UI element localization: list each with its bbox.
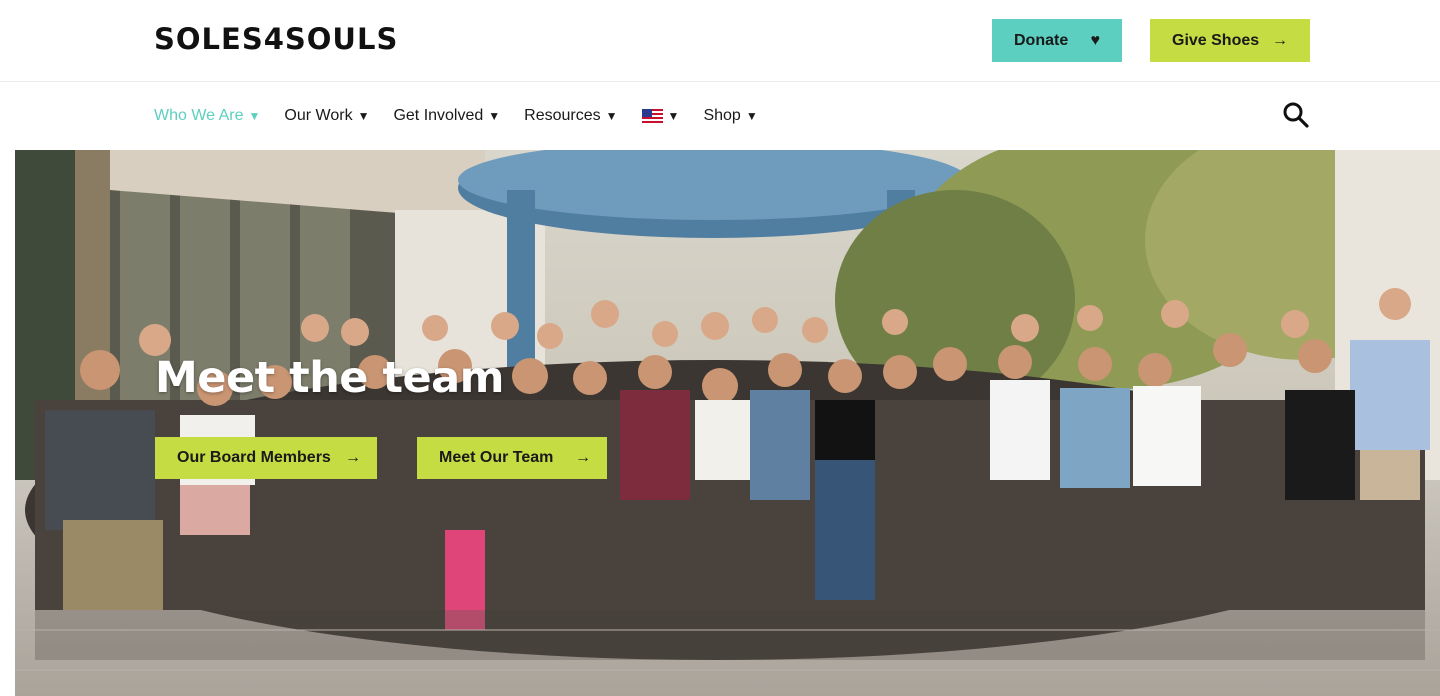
donate-button[interactable]: Donate ♥ <box>992 19 1122 62</box>
team-photo <box>15 150 1440 696</box>
chevron-down-icon: ▼ <box>745 109 758 123</box>
give-shoes-button[interactable]: Give Shoes → <box>1150 19 1310 62</box>
our-board-members-button[interactable]: Our Board Members → <box>155 437 377 479</box>
nav-get-involved[interactable]: Get Involved ▼ <box>393 107 500 125</box>
heart-icon: ♥ <box>1090 31 1101 49</box>
main-nav: Who We Are ▼ Our Work ▼ Get Involved ▼ R… <box>154 104 782 128</box>
nav-label: Shop <box>703 107 741 124</box>
nav-label: Our Work <box>284 107 353 124</box>
nav-label: Who We Are <box>154 107 244 124</box>
nav-our-work[interactable]: Our Work ▼ <box>284 107 369 125</box>
chevron-down-icon: ▼ <box>605 109 618 123</box>
us-flag-icon <box>641 109 663 123</box>
donate-label: Donate <box>1014 31 1069 49</box>
hero-section: Meet the team Our Board Members → Meet O… <box>15 150 1440 696</box>
chevron-down-icon: ▼ <box>357 109 370 123</box>
nav-who-we-are[interactable]: Who We Are ▼ <box>154 107 260 125</box>
chevron-down-icon: ▼ <box>248 109 261 123</box>
nav-label: Resources <box>524 107 601 124</box>
give-shoes-label: Give Shoes <box>1172 31 1260 49</box>
hero-title: Meet the team <box>155 353 505 403</box>
meet-our-team-button[interactable]: Meet Our Team → <box>417 437 607 479</box>
arrow-right-icon: → <box>345 449 361 466</box>
chevron-down-icon: ▼ <box>488 109 501 123</box>
nav-label: Get Involved <box>393 107 484 124</box>
search-icon[interactable] <box>1282 101 1310 129</box>
chevron-down-icon: ▼ <box>667 109 680 123</box>
arrow-right-icon: → <box>575 449 591 466</box>
top-bar: SOLES4SOULS Donate ♥ Give Shoes → <box>0 0 1440 82</box>
button-label: Meet Our Team <box>439 449 554 466</box>
button-label: Our Board Members <box>177 449 331 466</box>
nav-resources[interactable]: Resources ▼ <box>524 107 617 125</box>
nav-language[interactable]: ▼ <box>641 109 680 123</box>
nav-shop[interactable]: Shop ▼ <box>703 107 757 125</box>
arrow-right-icon: → <box>1272 31 1288 49</box>
site-logo[interactable]: SOLES4SOULS <box>154 22 398 56</box>
